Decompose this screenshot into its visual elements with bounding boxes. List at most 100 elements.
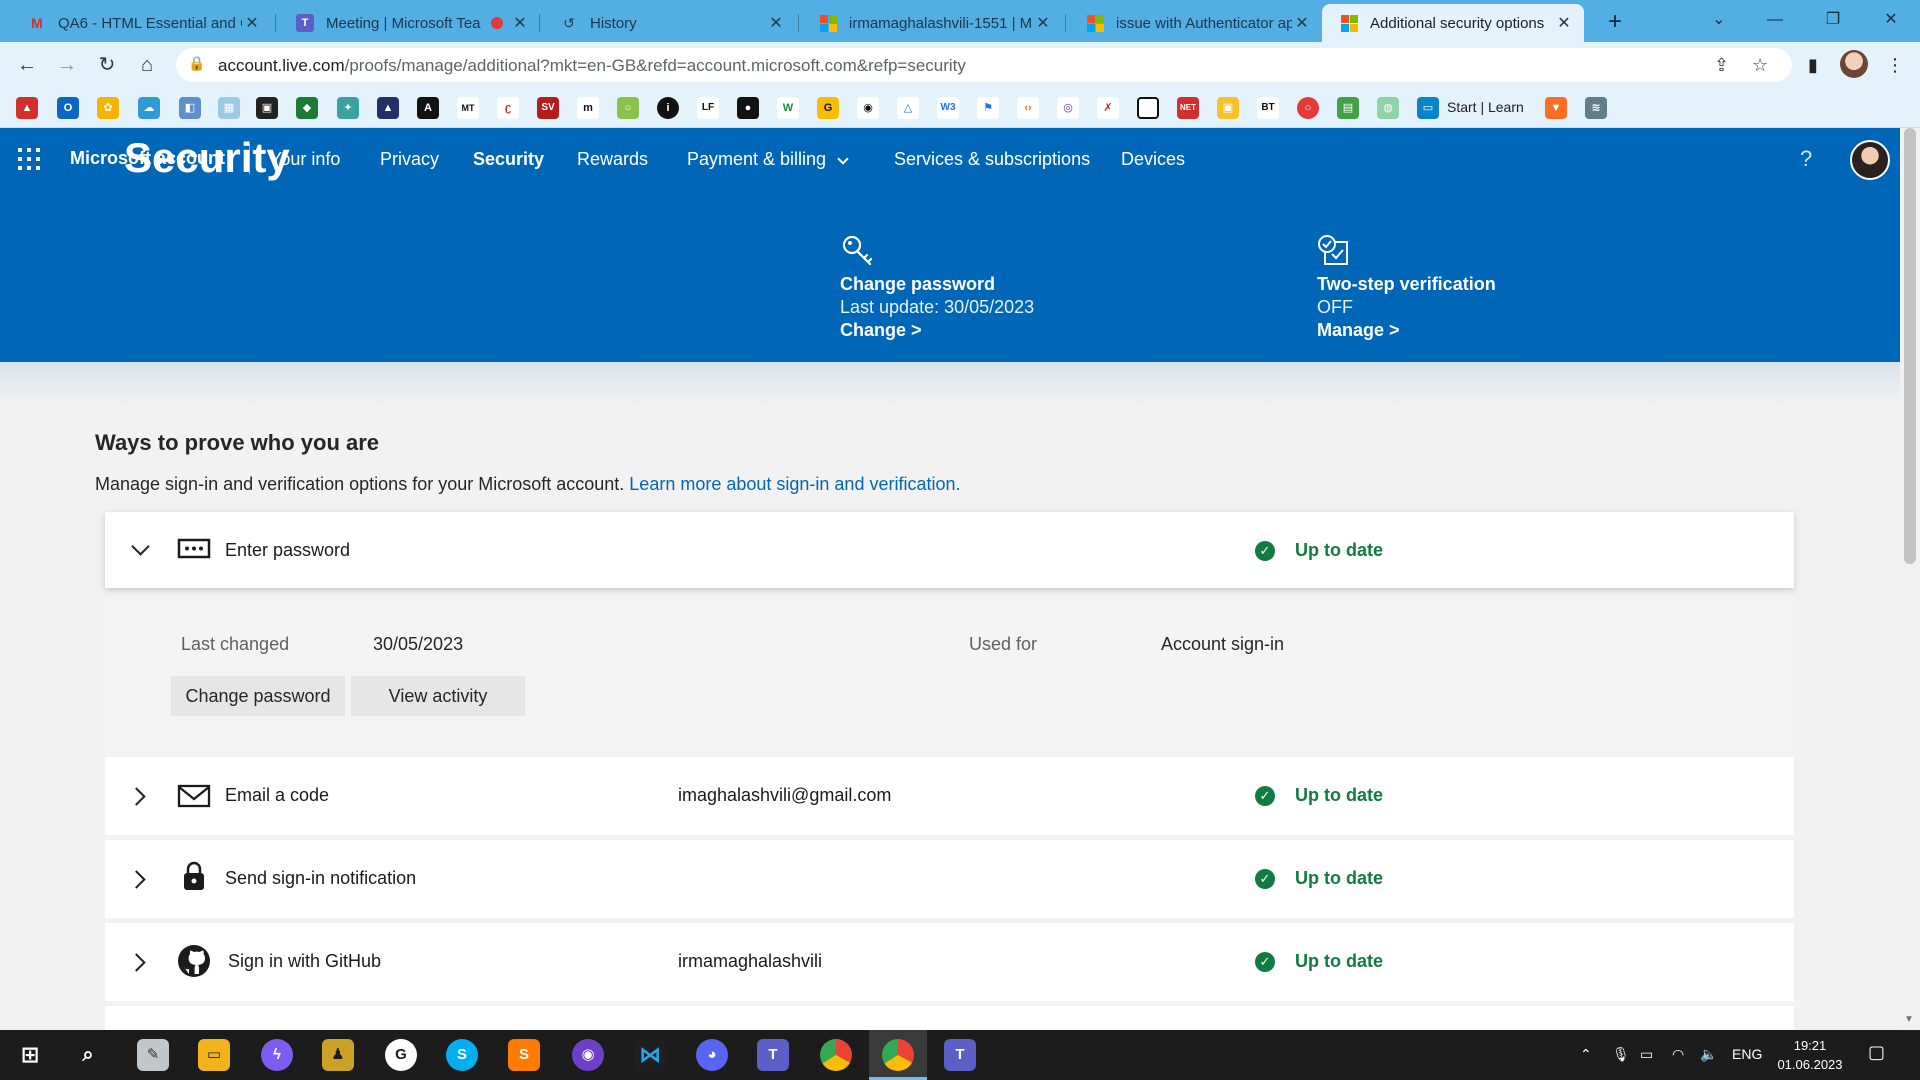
- tab-history[interactable]: ↺ History ✕: [542, 4, 796, 42]
- bookmark-icon[interactable]: ▲: [16, 97, 38, 119]
- bookmark-icon[interactable]: ●: [737, 97, 759, 119]
- bookmark-icon[interactable]: A: [417, 97, 439, 119]
- grammarly-icon[interactable]: G: [385, 1039, 417, 1071]
- bookmark-icon[interactable]: ▤: [1337, 97, 1359, 119]
- bookmark-icon[interactable]: ▦: [218, 97, 240, 119]
- sublime-icon[interactable]: S: [508, 1039, 540, 1071]
- bookmark-icon[interactable]: SV: [537, 97, 559, 119]
- side-panel-icon[interactable]: ▮: [1800, 52, 1826, 78]
- messenger-icon[interactable]: ϟ: [261, 1039, 293, 1071]
- tab-gmail[interactable]: M QA6 - HTML Essential and C ✕: [10, 4, 272, 42]
- bookmark-icon[interactable]: ʗ: [497, 97, 519, 119]
- nav-privacy[interactable]: Privacy: [380, 149, 439, 170]
- proof-row-email[interactable]: Email a code imaghalashvili@gmail.com ✓ …: [105, 757, 1794, 835]
- chevron-down-icon[interactable]: [127, 536, 153, 563]
- account-avatar[interactable]: [1850, 140, 1890, 180]
- profile-avatar[interactable]: [1840, 50, 1868, 78]
- bookmark-icon[interactable]: ≋: [1585, 97, 1607, 119]
- proof-row-partial[interactable]: [105, 1006, 1794, 1030]
- nav-rewards[interactable]: Rewards: [577, 149, 648, 170]
- close-icon[interactable]: ✕: [1292, 13, 1312, 33]
- github-bookmark-icon[interactable]: ◉: [857, 97, 879, 119]
- proof-row-github[interactable]: Sign in with GitHub irmamaghalashvili ✓ …: [105, 923, 1794, 1001]
- discord-icon[interactable]: ◕: [696, 1039, 728, 1071]
- proof-row-password[interactable]: Enter password ✓ Up to date: [105, 512, 1794, 588]
- battery-icon[interactable]: ▭: [1640, 1046, 1653, 1063]
- bookmark-icon[interactable]: ✦: [337, 97, 359, 119]
- learn-icon[interactable]: ▭: [1417, 97, 1439, 119]
- wifi-icon[interactable]: ◠: [1672, 1046, 1684, 1063]
- learn-more-link[interactable]: Learn more about sign-in and verificatio…: [629, 474, 960, 494]
- paint-icon[interactable]: ✎: [137, 1039, 169, 1071]
- github-desktop-icon[interactable]: ◉: [572, 1039, 604, 1071]
- nav-services-subscriptions[interactable]: Services & subscriptions: [894, 149, 1090, 170]
- menu-icon[interactable]: ⋮: [1882, 52, 1908, 78]
- home-button[interactable]: ⌂: [132, 50, 162, 80]
- language-indicator[interactable]: ENG: [1732, 1046, 1762, 1062]
- tab-teams-meeting[interactable]: T Meeting | Microsoft Tea ✕: [278, 4, 540, 42]
- chevron-right-icon[interactable]: [126, 866, 153, 892]
- teams-classic-icon[interactable]: T: [944, 1039, 976, 1071]
- bookmark-icon[interactable]: MT: [457, 97, 479, 119]
- bookmark-icon[interactable]: ⚑: [977, 97, 999, 119]
- nav-payment-billing[interactable]: Payment & billing: [687, 149, 849, 170]
- bookmark-start-learn[interactable]: Start | Learn: [1447, 99, 1524, 115]
- new-tab-button[interactable]: +: [1600, 7, 1630, 37]
- help-icon[interactable]: ?: [1800, 146, 1812, 172]
- bookmark-icon[interactable]: ▲: [377, 97, 399, 119]
- volume-icon[interactable]: 🔈: [1700, 1046, 1717, 1063]
- address-bar[interactable]: 🔒 account.live.com/proofs/manage/additio…: [176, 48, 1792, 82]
- bookmark-icon[interactable]: ‹›: [1017, 97, 1039, 119]
- bookmark-icon[interactable]: W: [777, 97, 799, 119]
- clock[interactable]: 19:21 01.06.2023: [1775, 1036, 1845, 1074]
- bookmark-icon[interactable]: ○: [1297, 97, 1319, 119]
- reload-button[interactable]: ↻: [92, 50, 122, 80]
- nav-security[interactable]: Security: [473, 149, 544, 170]
- view-activity-button[interactable]: View activity: [351, 676, 525, 716]
- bookmark-icon[interactable]: ○: [617, 97, 639, 119]
- bookmark-icon[interactable]: LF: [697, 97, 719, 119]
- share-icon[interactable]: ⇪: [1714, 55, 1729, 76]
- vertical-scrollbar[interactable]: ▲ ▼: [1900, 128, 1920, 1030]
- notification-icon[interactable]: ▢: [1868, 1042, 1885, 1063]
- forward-button[interactable]: →: [52, 50, 82, 80]
- bookmark-icon[interactable]: ▣: [1217, 97, 1239, 119]
- tray-chevron-icon[interactable]: ⌃: [1580, 1046, 1592, 1063]
- chevron-right-icon[interactable]: [126, 783, 153, 809]
- chrome-icon[interactable]: [882, 1039, 914, 1071]
- teams-icon[interactable]: T: [757, 1039, 789, 1071]
- bookmark-icon[interactable]: [1137, 97, 1159, 119]
- bookmark-icon[interactable]: △: [897, 97, 919, 119]
- bookmark-icon[interactable]: m: [577, 97, 599, 119]
- tab-additional-security[interactable]: Additional security options ✕: [1322, 4, 1584, 42]
- gitlab-icon[interactable]: ▼: [1545, 97, 1567, 119]
- search-icon[interactable]: ⌕: [72, 1039, 104, 1071]
- bookmark-icon[interactable]: ▣: [256, 97, 278, 119]
- vscode-icon[interactable]: ⋈: [634, 1039, 666, 1071]
- tab-authenticator-issue[interactable]: issue with Authenticator ap ✕: [1068, 4, 1322, 42]
- close-window-button[interactable]: ✕: [1864, 4, 1918, 36]
- close-icon[interactable]: ✕: [766, 13, 786, 33]
- change-password-link[interactable]: Change >: [840, 320, 922, 341]
- lock-icon[interactable]: 🔒: [188, 55, 205, 72]
- nav-devices[interactable]: Devices: [1121, 149, 1185, 170]
- chevron-right-icon[interactable]: [126, 949, 153, 975]
- proof-row-notification[interactable]: Send sign-in notification ✓ Up to date: [105, 840, 1794, 918]
- chrome-icon[interactable]: [820, 1039, 852, 1071]
- back-button[interactable]: ←: [12, 50, 42, 80]
- bookmark-icon[interactable]: ◍: [1377, 97, 1399, 119]
- windows-start-icon[interactable]: ⊞: [14, 1039, 46, 1071]
- microphone-icon[interactable]: 🎙: [1612, 1046, 1630, 1063]
- bookmark-icon[interactable]: ☁: [138, 97, 160, 119]
- tab-ms-account[interactable]: irmamaghalashvili-1551 | M ✕: [801, 4, 1063, 42]
- app-launcher-icon[interactable]: [18, 148, 40, 170]
- restore-button[interactable]: ❐: [1806, 4, 1860, 36]
- minimize-button[interactable]: —: [1748, 4, 1802, 36]
- bookmark-icon[interactable]: G: [817, 97, 839, 119]
- bookmark-star-icon[interactable]: ☆: [1752, 55, 1768, 76]
- bookmark-icon[interactable]: W3: [937, 97, 959, 119]
- scroll-down-icon[interactable]: ▼: [1904, 1014, 1914, 1025]
- two-step-manage-link[interactable]: Manage >: [1317, 320, 1400, 341]
- close-icon[interactable]: ✕: [510, 13, 530, 33]
- scrollbar-thumb[interactable]: [1904, 128, 1916, 564]
